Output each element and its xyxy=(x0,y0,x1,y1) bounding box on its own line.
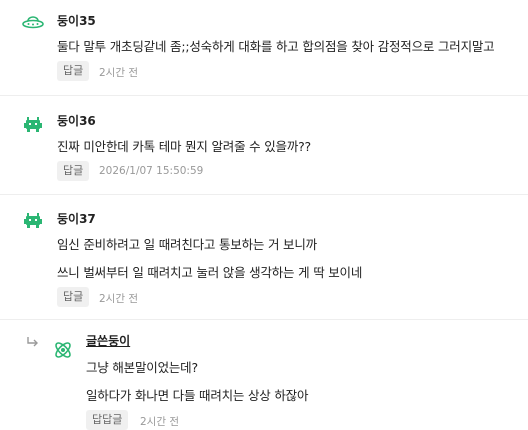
reply-button[interactable]: 답글 xyxy=(57,61,90,81)
comment-text: 그냥 해본말이었는데? xyxy=(86,360,198,375)
divider xyxy=(0,95,528,96)
comment-time: 2시간 전 xyxy=(99,67,138,79)
comment-text: 임신 준비하려고 일 때려친다고 통보하는 거 보니까 xyxy=(57,237,317,252)
atom-icon[interactable] xyxy=(52,339,74,361)
space-invader-icon[interactable] xyxy=(22,114,44,136)
comment-text: 진짜 미안한데 카톡 테마 뭔지 알려줄 수 있을까?? xyxy=(57,139,311,154)
reply-arrow-icon xyxy=(26,333,40,347)
comment-author[interactable]: 둥이35 xyxy=(57,12,96,29)
reply-button[interactable]: 답답글 xyxy=(86,410,129,430)
reply-button[interactable]: 답글 xyxy=(57,161,90,181)
space-invader-icon[interactable] xyxy=(22,210,44,232)
divider xyxy=(0,194,528,195)
comment-text: 쓰니 벌써부터 일 때려치고 눌러 앉을 생각하는 게 딱 보이네 xyxy=(57,265,363,280)
comment-time: 2026/1/07 15:50:59 xyxy=(99,165,204,177)
comment-author[interactable]: 둥이37 xyxy=(57,210,96,227)
reply-button[interactable]: 답글 xyxy=(57,287,90,307)
comment-text: 일하다가 화나면 다들 때려치는 상상 하잖아 xyxy=(86,388,309,403)
divider xyxy=(0,319,528,320)
comment-author[interactable]: 글쓴둥이 xyxy=(86,332,130,349)
ufo-icon[interactable] xyxy=(22,12,44,34)
comment-text: 둘다 말투 개초딩같네 좀;;성숙하게 대화를 하고 합의점을 찾아 감정적으로… xyxy=(57,39,495,54)
comment-author[interactable]: 둥이36 xyxy=(57,112,96,129)
comment-time: 2시간 전 xyxy=(99,293,138,305)
